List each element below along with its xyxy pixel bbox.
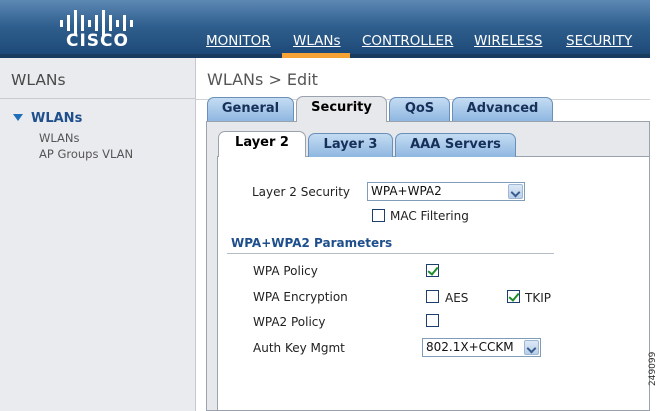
layer2-security-value: WPA+WPA2 (371, 184, 442, 198)
auth-key-mgmt-value: 802.1X+CCKM (426, 340, 514, 354)
wpa-policy-checkbox[interactable] (426, 264, 439, 277)
tkip-checkbox[interactable] (507, 290, 520, 303)
wpa2-policy-label: WPA2 Policy (253, 315, 326, 329)
aes-label: AES (445, 291, 469, 305)
nav-security-label: SECURITY (566, 33, 633, 49)
sidebar-tree-head-label: WLANs (31, 111, 83, 126)
nav-active-indicator (282, 53, 350, 58)
sidebar-divider (0, 98, 196, 99)
wpa-encryption-label: WPA Encryption (253, 290, 348, 304)
subtab-layer2[interactable]: Layer 2 (218, 131, 306, 157)
nav-controller-label: CONTROLLER (362, 33, 454, 49)
subtab-aaa-servers[interactable]: AAA Servers (395, 133, 516, 157)
figure-number: 249099 (648, 351, 658, 386)
subtab-layer3[interactable]: Layer 3 (308, 133, 393, 157)
auth-key-mgmt-select[interactable]: 802.1X+CCKM (422, 338, 541, 357)
nav-controller[interactable]: CONTROLLER (362, 33, 453, 49)
nav-monitor-label: MONITOR (206, 33, 271, 49)
tab-security[interactable]: Security (296, 96, 387, 122)
nav-security[interactable]: SECURITY (566, 33, 632, 49)
wpa-params-section-title: WPA+WPA2 Parameters (231, 236, 393, 250)
chevron-down-icon[interactable] (508, 184, 523, 199)
expand-triangle-icon[interactable] (13, 114, 23, 121)
sidebar-item-wlans[interactable]: WLANs (39, 131, 80, 145)
layer2-security-label: Layer 2 Security (252, 185, 350, 199)
nav-wireless-label: WIRELESS (474, 33, 543, 49)
sidebar-item-ap-groups-vlan[interactable]: AP Groups VLAN (39, 147, 133, 161)
sidebar: WLANs WLANs WLANs AP Groups VLAN (0, 58, 196, 411)
wpa2-policy-checkbox[interactable] (426, 314, 439, 327)
nav-wireless[interactable]: WIRELESS (474, 33, 542, 49)
nav-wlans[interactable]: WLANs (293, 33, 341, 49)
nav-wlans-label: WLANs (293, 33, 341, 49)
right-margin (650, 0, 665, 411)
tab-advanced[interactable]: Advanced (452, 97, 553, 121)
wpa-policy-label: WPA Policy (253, 264, 318, 278)
sidebar-tree-wlans[interactable]: WLANs (13, 111, 82, 126)
tab-general[interactable]: General (207, 97, 294, 121)
auth-key-mgmt-label: Auth Key Mgmt (253, 341, 345, 355)
sidebar-title: WLANs (11, 71, 66, 89)
brand-name: CISCO (66, 31, 129, 51)
layer2-security-select[interactable]: WPA+WPA2 (367, 182, 525, 201)
section-divider (227, 253, 554, 254)
page-title: WLANs > Edit (207, 70, 318, 89)
mac-filtering-label: MAC Filtering (390, 209, 469, 223)
tab-qos[interactable]: QoS (389, 97, 450, 121)
chevron-down-icon[interactable] (524, 340, 539, 355)
aes-checkbox[interactable] (426, 290, 439, 303)
nav-monitor[interactable]: MONITOR (206, 33, 271, 49)
tkip-label: TKIP (525, 291, 551, 305)
mac-filtering-checkbox[interactable] (372, 209, 385, 222)
